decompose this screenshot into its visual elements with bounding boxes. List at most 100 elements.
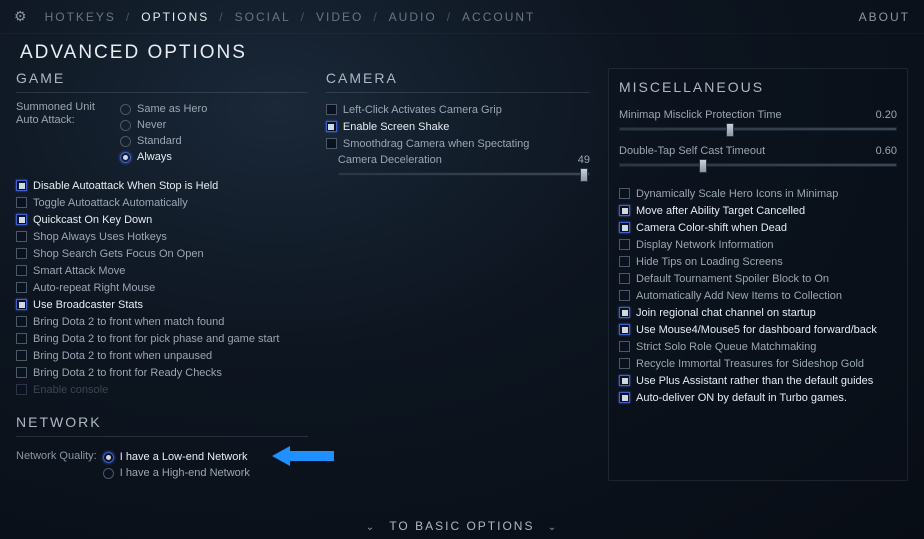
misc-option-row[interactable]: Camera Color-shift when Dead [619, 219, 897, 236]
misc-option-checkbox[interactable] [619, 375, 630, 386]
game-option-label: Use Broadcaster Stats [33, 298, 143, 312]
camera-option-checkbox[interactable] [326, 121, 337, 132]
game-option-row[interactable]: Shop Search Gets Focus On Open [16, 245, 308, 262]
separator: / [373, 10, 378, 24]
misc-option-row[interactable]: Move after Ability Target Cancelled [619, 202, 897, 219]
to-basic-options[interactable]: ⌄ TO BASIC OPTIONS ⌄ [0, 519, 924, 533]
tab-audio[interactable]: AUDIO [389, 10, 437, 24]
misc-option-checkbox[interactable] [619, 205, 630, 216]
network-option-radio[interactable] [103, 468, 114, 479]
game-option-row[interactable]: Auto-repeat Right Mouse [16, 279, 308, 296]
game-option-checkbox[interactable] [16, 282, 27, 293]
game-option-checkbox[interactable] [16, 350, 27, 361]
tab-options[interactable]: OPTIONS [141, 10, 209, 24]
game-option-checkbox[interactable] [16, 265, 27, 276]
separator: / [219, 10, 224, 24]
misc-option-row[interactable]: Strict Solo Role Queue Matchmaking [619, 338, 897, 355]
camera-option-row[interactable]: Smoothdrag Camera when Spectating [326, 135, 590, 152]
game-option-checkbox[interactable] [16, 214, 27, 225]
misc-option-row[interactable]: Use Mouse4/Mouse5 for dashboard forward/… [619, 321, 897, 338]
camera-option-checkbox[interactable] [326, 138, 337, 149]
game-option-checkbox[interactable] [16, 231, 27, 242]
summoned-option-radio[interactable] [120, 152, 131, 163]
misc-option-checkbox[interactable] [619, 324, 630, 335]
misc-slider-label: Minimap Misclick Protection Time [619, 109, 782, 121]
tab-video[interactable]: VIDEO [316, 10, 363, 24]
game-option-row[interactable]: Bring Dota 2 to front when match found [16, 313, 308, 330]
misc-option-row[interactable]: Dynamically Scale Hero Icons in Minimap [619, 185, 897, 202]
game-option-label: Bring Dota 2 to front for Ready Checks [33, 366, 222, 380]
misc-option-checkbox[interactable] [619, 222, 630, 233]
misc-option-checkbox[interactable] [619, 239, 630, 250]
misc-slider-value: 0.20 [876, 109, 897, 121]
misc-option-label: Dynamically Scale Hero Icons in Minimap [636, 187, 838, 201]
network-option-radio[interactable] [103, 452, 114, 463]
game-option-row[interactable]: Toggle Autoattack Automatically [16, 194, 308, 211]
misc-option-row[interactable]: Hide Tips on Loading Screens [619, 253, 897, 270]
tab-account[interactable]: ACCOUNT [462, 10, 535, 24]
game-option-label: Enable console [33, 383, 108, 397]
game-option-checkbox[interactable] [16, 197, 27, 208]
game-option-row[interactable]: Smart Attack Move [16, 262, 308, 279]
about-link[interactable]: ABOUT [859, 10, 910, 24]
misc-option-checkbox[interactable] [619, 188, 630, 199]
misc-option-row[interactable]: Use Plus Assistant rather than the defau… [619, 372, 897, 389]
network-option-row[interactable]: I have a High-end Network [103, 465, 250, 481]
game-option-row[interactable]: Bring Dota 2 to front when unpaused [16, 347, 308, 364]
misc-option-row[interactable]: Default Tournament Spoiler Block to On [619, 270, 897, 287]
game-option-row[interactable]: Bring Dota 2 to front for Ready Checks [16, 364, 308, 381]
summoned-option-radio[interactable] [120, 136, 131, 147]
summoned-option-row[interactable]: Never [120, 117, 207, 133]
misc-option-checkbox[interactable] [619, 256, 630, 267]
misc-option-row[interactable]: Display Network Information [619, 236, 897, 253]
misc-option-checkbox[interactable] [619, 290, 630, 301]
misc-option-checkbox[interactable] [619, 341, 630, 352]
misc-option-row[interactable]: Recycle Immortal Treasures for Sideshop … [619, 355, 897, 372]
misc-option-label: Display Network Information [636, 238, 774, 252]
section-camera-title: CAMERA [326, 68, 590, 93]
misc-option-checkbox[interactable] [619, 392, 630, 403]
game-option-checkbox[interactable] [16, 180, 27, 191]
misc-option-row[interactable]: Join regional chat channel on startup [619, 304, 897, 321]
network-option-row[interactable]: I have a Low-end Network [103, 449, 250, 465]
misc-option-label: Auto-deliver ON by default in Turbo game… [636, 391, 847, 405]
summoned-option-radio[interactable] [120, 120, 131, 131]
camera-decel-label: Camera Deceleration [338, 154, 442, 166]
game-option-row[interactable]: Quickcast On Key Down [16, 211, 308, 228]
summoned-option-radio[interactable] [120, 104, 131, 115]
tab-hotkeys[interactable]: HOTKEYS [45, 10, 116, 24]
misc-slider[interactable] [619, 163, 897, 167]
camera-decel-value: 49 [578, 154, 590, 166]
game-option-checkbox[interactable] [16, 367, 27, 378]
misc-option-row[interactable]: Automatically Add New Items to Collectio… [619, 287, 897, 304]
summoned-option-row[interactable]: Standard [120, 133, 207, 149]
game-option-row[interactable]: Disable Autoattack When Stop is Held [16, 177, 308, 194]
game-option-label: Bring Dota 2 to front for pick phase and… [33, 332, 279, 346]
summoned-option-row[interactable]: Same as Hero [120, 101, 207, 117]
game-option-checkbox[interactable] [16, 248, 27, 259]
network-quality-label: Network Quality: [16, 449, 97, 462]
misc-slider-label: Double-Tap Self Cast Timeout [619, 145, 765, 157]
camera-decel-slider[interactable] [338, 172, 590, 176]
camera-option-row[interactable]: Enable Screen Shake [326, 118, 590, 135]
camera-option-label: Left-Click Activates Camera Grip [343, 103, 502, 117]
misc-option-checkbox[interactable] [619, 358, 630, 369]
game-option-checkbox[interactable] [16, 333, 27, 344]
game-option-checkbox[interactable] [16, 299, 27, 310]
summoned-option-label: Standard [137, 134, 182, 148]
misc-option-checkbox[interactable] [619, 273, 630, 284]
tab-social[interactable]: SOCIAL [235, 10, 291, 24]
game-option-row[interactable]: Bring Dota 2 to front for pick phase and… [16, 330, 308, 347]
camera-option-row[interactable]: Left-Click Activates Camera Grip [326, 101, 590, 118]
game-option-checkbox[interactable] [16, 316, 27, 327]
misc-option-row[interactable]: Auto-deliver ON by default in Turbo game… [619, 389, 897, 406]
misc-option-checkbox[interactable] [619, 307, 630, 318]
misc-option-label: Join regional chat channel on startup [636, 306, 816, 320]
summoned-option-row[interactable]: Always [120, 149, 207, 165]
camera-option-label: Smoothdrag Camera when Spectating [343, 137, 530, 151]
gear-icon[interactable]: ⚙ [14, 8, 29, 25]
camera-option-checkbox[interactable] [326, 104, 337, 115]
game-option-row[interactable]: Use Broadcaster Stats [16, 296, 308, 313]
game-option-row[interactable]: Shop Always Uses Hotkeys [16, 228, 308, 245]
misc-slider[interactable] [619, 127, 897, 131]
